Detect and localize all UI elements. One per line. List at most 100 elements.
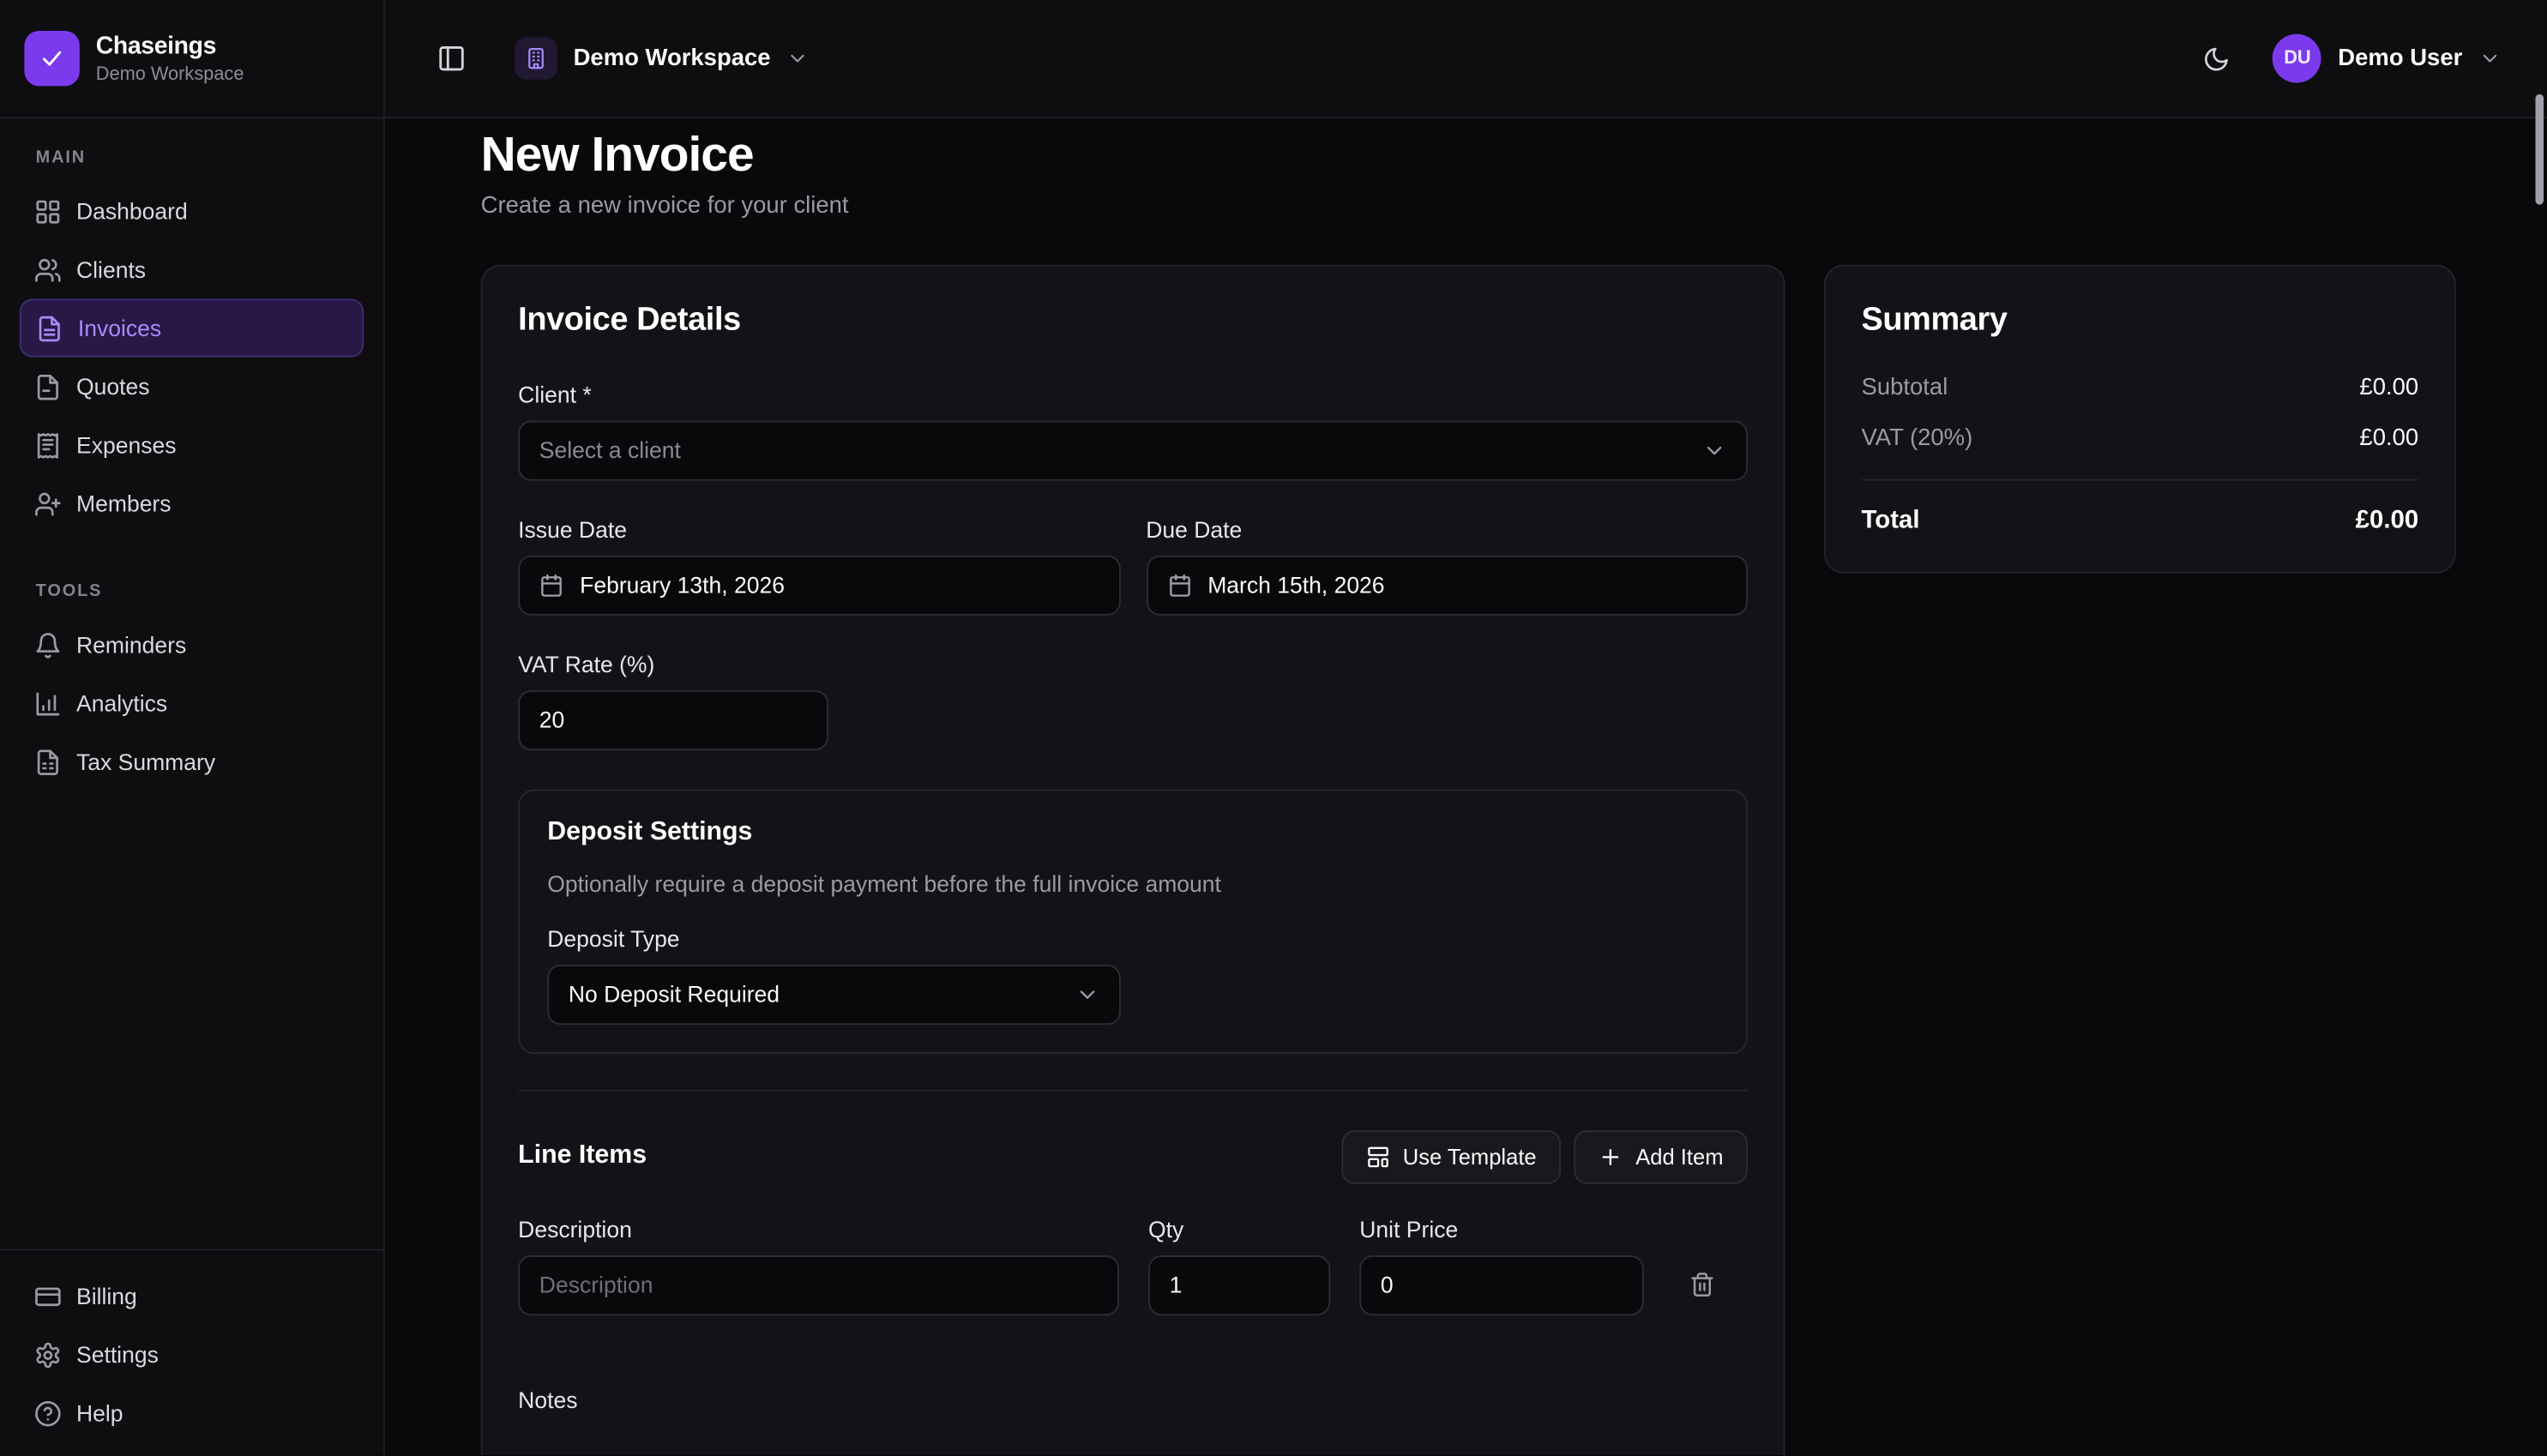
receipt-icon: [34, 431, 62, 459]
sidebar-item-label: Billing: [76, 1283, 137, 1309]
avatar: DU: [2273, 34, 2322, 83]
sidebar: Chaseings Demo Workspace MAIN Dashboard …: [0, 0, 385, 1455]
credit-card-icon: [34, 1282, 62, 1309]
vat-rate-label: VAT Rate (%): [518, 651, 1748, 677]
invoice-details-card: Invoice Details Client * Select a client: [481, 264, 1785, 1455]
sidebar-item-label: Invoices: [78, 315, 161, 340]
users-icon: [34, 256, 62, 283]
summary-row-total: Total £0.00: [1862, 506, 2419, 535]
bar-chart-icon: [34, 689, 62, 717]
app-window: Chaseings Demo Workspace MAIN Dashboard …: [0, 0, 2547, 1455]
chevron-down-icon: [2478, 47, 2502, 70]
delete-line-item-button[interactable]: [1673, 1272, 1731, 1297]
sidebar-item-label: Clients: [76, 256, 146, 282]
sidebar-item-quotes[interactable]: Quotes: [20, 358, 364, 416]
issue-date-input[interactable]: February 13th, 2026: [518, 555, 1120, 615]
line-item-qty-input[interactable]: [1148, 1254, 1330, 1315]
sidebar-item-reminders[interactable]: Reminders: [20, 616, 364, 674]
invoice-details-title: Invoice Details: [518, 301, 1748, 339]
user-menu[interactable]: DU Demo User: [2273, 34, 2502, 83]
column-label-unit-price: Unit Price: [1359, 1216, 1643, 1242]
summary-card: Summary Subtotal £0.00 VAT (20%) £0.00 T…: [1824, 264, 2456, 573]
topbar: Demo Workspace DU Demo User: [385, 0, 2547, 118]
tax-file-icon: [34, 748, 62, 775]
brand-name: Chaseings: [96, 33, 244, 60]
nav-tools: Reminders Analytics Tax Summary: [0, 616, 383, 791]
sidebar-item-tax-summary[interactable]: Tax Summary: [20, 732, 364, 791]
calendar-icon: [539, 573, 563, 597]
deposit-settings-title: Deposit Settings: [547, 818, 1719, 847]
chevron-down-icon: [786, 47, 810, 70]
sidebar-item-invoices[interactable]: Invoices: [20, 298, 364, 357]
quote-file-icon: [34, 373, 62, 400]
due-date-field: Due Date March 15th, 2026: [1146, 515, 1748, 615]
summary-title: Summary: [1862, 301, 2419, 339]
line-item-price-input[interactable]: [1359, 1254, 1643, 1315]
sidebar-item-analytics[interactable]: Analytics: [20, 674, 364, 732]
brand-text: Chaseings Demo Workspace: [96, 33, 244, 85]
workspace-switcher[interactable]: Demo Workspace: [515, 38, 810, 80]
summary-row-vat: VAT (20%) £0.00: [1862, 424, 2419, 450]
use-template-button[interactable]: Use Template: [1341, 1129, 1561, 1183]
content-columns: Invoice Details Client * Select a client: [481, 264, 2456, 1455]
section-divider: [518, 1089, 1748, 1091]
sidebar-item-clients[interactable]: Clients: [20, 240, 364, 298]
due-date-input[interactable]: March 15th, 2026: [1146, 555, 1748, 615]
brand: Chaseings Demo Workspace: [0, 0, 383, 118]
user-plus-icon: [34, 490, 62, 517]
deposit-type-select[interactable]: No Deposit Required: [547, 964, 1121, 1024]
line-items-title: Line Items: [518, 1141, 647, 1170]
deposit-type-label: Deposit Type: [547, 925, 1719, 951]
page-subtitle: Create a new invoice for your client: [481, 192, 2456, 218]
add-item-button[interactable]: Add Item: [1574, 1129, 1748, 1183]
sidebar-item-label: Tax Summary: [76, 749, 215, 774]
summary-divider: [1862, 478, 2419, 480]
nav-main: Dashboard Clients Invoices Quotes: [0, 182, 383, 532]
sidebar-footer: Billing Settings Help: [0, 1248, 383, 1455]
issue-date-value: February 13th, 2026: [580, 572, 785, 598]
line-item-description-input[interactable]: [518, 1254, 1119, 1315]
client-field: Client * Select a client: [518, 381, 1748, 480]
line-item-row: [518, 1254, 1748, 1315]
issue-date-label: Issue Date: [518, 515, 1120, 541]
due-date-label: Due Date: [1146, 515, 1748, 541]
sidebar-item-help[interactable]: Help: [20, 1384, 364, 1442]
template-icon: [1365, 1144, 1389, 1168]
brand-workspace: Demo Workspace: [96, 65, 244, 85]
sidebar-toggle-button[interactable]: [431, 38, 473, 80]
total-label: Total: [1862, 506, 1920, 535]
vat-amount-label: VAT (20%): [1862, 424, 1973, 450]
client-label: Client *: [518, 381, 1748, 406]
issue-date-field: Issue Date February 13th, 2026: [518, 515, 1120, 615]
sidebar-item-label: Analytics: [76, 690, 167, 716]
workspace-name: Demo Workspace: [574, 45, 771, 71]
building-icon: [515, 38, 557, 80]
vat-rate-input[interactable]: [518, 689, 828, 749]
sidebar-item-expenses[interactable]: Expenses: [20, 416, 364, 474]
summary-row-subtotal: Subtotal £0.00: [1862, 375, 2419, 400]
sidebar-item-members[interactable]: Members: [20, 474, 364, 532]
due-date-value: March 15th, 2026: [1207, 572, 1384, 598]
sidebar-item-dashboard[interactable]: Dashboard: [20, 182, 364, 240]
topbar-right: DU Demo User: [2197, 34, 2502, 83]
client-select[interactable]: Select a client: [518, 420, 1748, 480]
sidebar-item-label: Members: [76, 490, 172, 516]
client-select-placeholder: Select a client: [539, 436, 681, 462]
scrollbar-thumb[interactable]: [2536, 94, 2544, 205]
nav-section-tools-label: TOOLS: [0, 532, 383, 616]
sidebar-item-label: Settings: [76, 1341, 159, 1367]
sidebar-item-settings[interactable]: Settings: [20, 1326, 364, 1384]
theme-toggle-button[interactable]: [2197, 39, 2237, 79]
dashboard-icon: [34, 197, 62, 225]
column-label-qty: Qty: [1148, 1216, 1330, 1242]
bell-icon: [34, 631, 62, 659]
sidebar-item-label: Reminders: [76, 632, 186, 658]
sidebar-item-billing[interactable]: Billing: [20, 1266, 364, 1325]
total-value: £0.00: [2356, 506, 2418, 535]
column-label-description: Description: [518, 1216, 1119, 1242]
line-items-column-headers: Description Qty Unit Price: [518, 1216, 1748, 1242]
main-column: Demo Workspace DU Demo User: [385, 0, 2547, 1455]
dates-row: Issue Date February 13th, 2026 Due Date: [518, 515, 1748, 615]
chevron-down-icon: [1702, 437, 1726, 461]
line-items-header: Line Items Use Template: [518, 1129, 1748, 1183]
